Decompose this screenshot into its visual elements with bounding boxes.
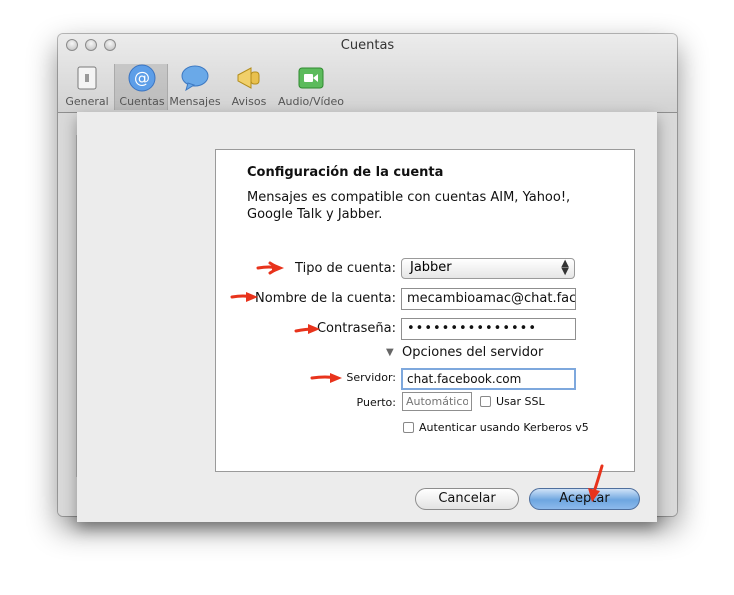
title-bar: Cuentas General @ Cuentas Mensajes Aviso… bbox=[58, 34, 677, 113]
server-options-label[interactable]: Opciones del servidor bbox=[402, 345, 543, 360]
account-type-value: Jabber bbox=[410, 260, 452, 275]
at-sign-icon: @ bbox=[128, 64, 156, 92]
general-icon bbox=[77, 66, 97, 90]
account-name-label: Nombre de la cuenta: bbox=[255, 291, 396, 306]
annotation-arrow-icon bbox=[588, 464, 604, 502]
popup-arrows-icon: ▲ ▼ bbox=[561, 258, 569, 277]
video-camera-icon bbox=[298, 67, 324, 89]
kerberos-checkbox[interactable] bbox=[403, 422, 414, 433]
window-title: Cuentas bbox=[340, 38, 395, 53]
port-label: Puerto: bbox=[356, 396, 396, 409]
tab-general[interactable]: General bbox=[60, 64, 114, 110]
tab-audio-video[interactable]: Audio/Vídeo bbox=[278, 64, 344, 110]
cancel-button[interactable]: Cancelar bbox=[415, 488, 519, 510]
megaphone-icon bbox=[237, 67, 260, 89]
account-settings-box: Configuración de la cuenta Mensajes es c… bbox=[215, 149, 635, 472]
annotation-arrow-icon bbox=[310, 373, 342, 383]
disclosure-triangle-icon[interactable]: ▼ bbox=[386, 347, 394, 358]
server-field[interactable]: chat.facebook.com bbox=[401, 368, 576, 390]
tab-mensajes[interactable]: Mensajes bbox=[168, 64, 222, 110]
account-type-popup[interactable]: Jabber ▲ ▼ bbox=[401, 258, 575, 279]
password-label: Contraseña: bbox=[316, 321, 396, 336]
use-ssl-checkbox[interactable] bbox=[480, 396, 491, 407]
kerberos-label: Autenticar usando Kerberos v5 bbox=[419, 421, 589, 434]
speech-bubble-icon bbox=[181, 65, 209, 92]
annotation-arrow-icon bbox=[256, 261, 284, 275]
tab-avisos[interactable]: Avisos bbox=[222, 64, 276, 110]
use-ssl-label: Usar SSL bbox=[496, 395, 545, 408]
annotation-arrow-icon bbox=[294, 324, 320, 334]
sheet-heading: Configuración de la cuenta bbox=[247, 165, 444, 180]
sheet-description: Mensajes es compatible con cuentas AIM, … bbox=[247, 190, 571, 222]
svg-text:@: @ bbox=[134, 68, 150, 87]
account-setup-sheet: Configuración de la cuenta Mensajes es c… bbox=[77, 112, 657, 522]
annotation-arrow-icon bbox=[230, 292, 258, 302]
tab-avisos-label: Avisos bbox=[231, 95, 267, 108]
port-field[interactable] bbox=[402, 392, 472, 411]
account-name-field[interactable]: mecambioamac@chat.face bbox=[401, 288, 576, 310]
tab-cuentas[interactable]: @ Cuentas bbox=[114, 64, 168, 110]
password-field[interactable]: ••••••••••••••• bbox=[401, 318, 576, 340]
tab-audio-video-label: Audio/Vídeo bbox=[278, 95, 345, 108]
